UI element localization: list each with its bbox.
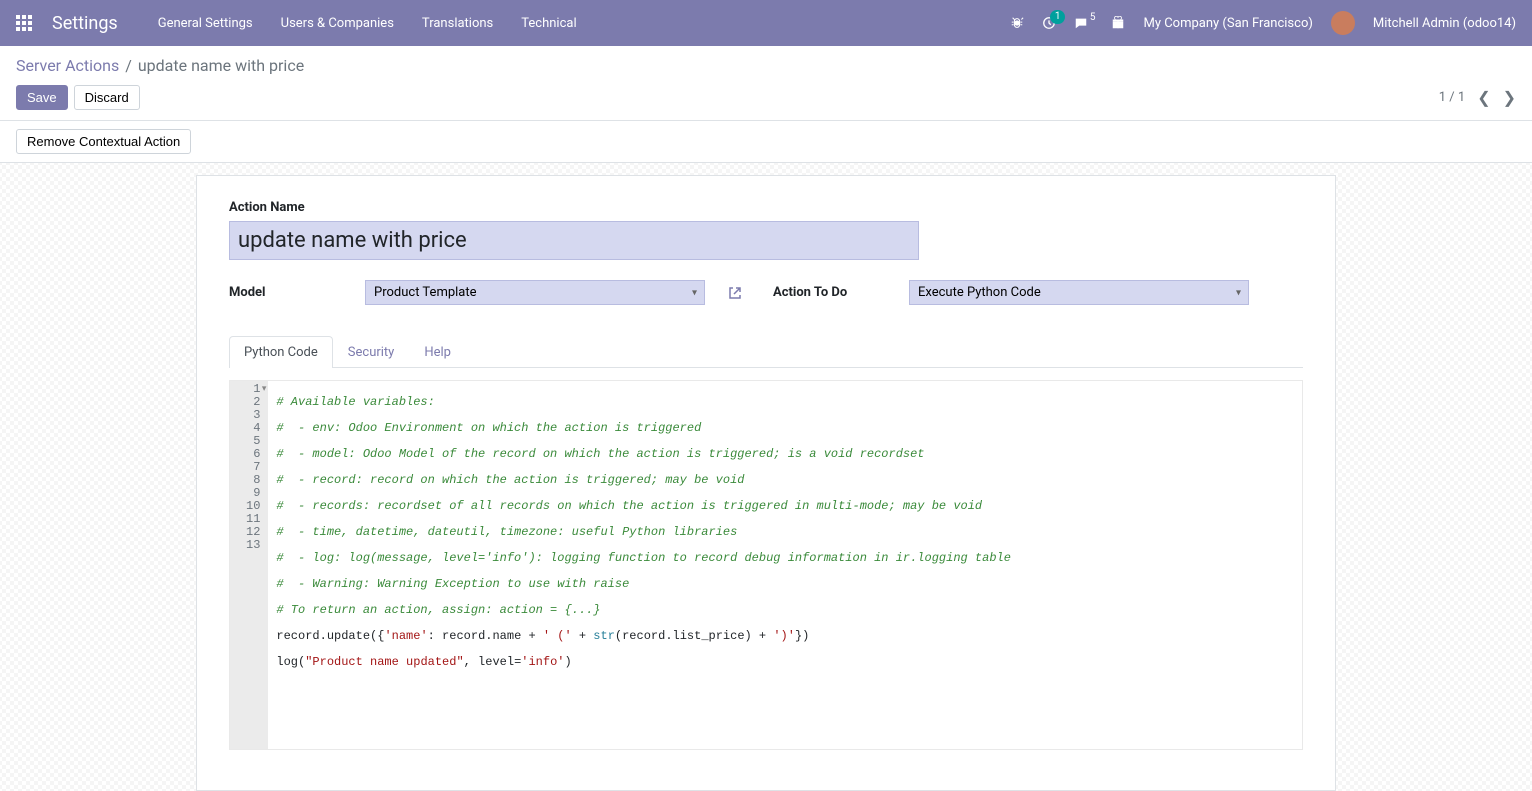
tabs: Python Code Security Help — [229, 335, 1303, 368]
code-line-11: log("Product name updated", level='info'… — [276, 655, 571, 669]
user-menu[interactable]: Mitchell Admin (odoo14) — [1373, 16, 1516, 31]
company-selector[interactable]: My Company (San Francisco) — [1143, 16, 1312, 31]
action-buttons: Save Discard — [16, 85, 140, 110]
menu-technical[interactable]: Technical — [521, 16, 576, 31]
menu-translations[interactable]: Translations — [422, 16, 493, 31]
control-panel: Server Actions / update name with price … — [0, 46, 1532, 121]
avatar[interactable] — [1331, 11, 1355, 35]
tab-python-code[interactable]: Python Code — [229, 336, 333, 368]
tab-security[interactable]: Security — [333, 336, 410, 368]
menu-general-settings[interactable]: General Settings — [158, 16, 253, 31]
breadcrumb: Server Actions / update name with price — [16, 56, 1516, 75]
apps-icon[interactable] — [16, 15, 32, 31]
action-name-input[interactable] — [229, 221, 919, 260]
action-name-label: Action Name — [229, 200, 1303, 215]
pager-text: 1 / 1 — [1439, 90, 1465, 105]
breadcrumb-current: update name with price — [138, 56, 304, 75]
chat-icon[interactable]: 5 — [1074, 16, 1094, 30]
tab-help[interactable]: Help — [409, 336, 466, 368]
activity-badge: 1 — [1050, 10, 1066, 24]
save-button[interactable]: Save — [16, 85, 68, 110]
remove-contextual-button[interactable]: Remove Contextual Action — [16, 129, 191, 154]
pager-prev[interactable]: ❮ — [1477, 88, 1490, 107]
app-title[interactable]: Settings — [52, 13, 118, 34]
action-bar: Remove Contextual Action — [0, 121, 1532, 163]
menu-users-companies[interactable]: Users & Companies — [281, 16, 394, 31]
nav-right: 1 5 My Company (San Francisco) Mitchell … — [1010, 11, 1516, 35]
code-body[interactable]: # Available variables: # - env: Odoo Env… — [268, 381, 1302, 749]
breadcrumb-root[interactable]: Server Actions — [16, 56, 119, 75]
pager-next[interactable]: ❯ — [1503, 88, 1516, 107]
breadcrumb-sep: / — [125, 56, 132, 75]
discard-button[interactable]: Discard — [74, 85, 140, 110]
model-label: Model — [229, 285, 349, 300]
code-gutter: 12345678910111213 — [230, 381, 268, 749]
clock-icon[interactable]: 1 — [1042, 16, 1056, 30]
bug-icon[interactable] — [1010, 16, 1024, 30]
chat-badge: 5 — [1090, 12, 1096, 23]
action-todo-label: Action To Do — [773, 285, 893, 300]
code-line-10: record.update({'name': record.name + ' (… — [276, 629, 809, 643]
pager: 1 / 1 ❮ ❯ — [1439, 88, 1516, 107]
form-sheet: Action Name Model ▾ Action To Do ▾ — [196, 175, 1336, 791]
code-editor[interactable]: 12345678910111213 # Available variables:… — [229, 380, 1303, 750]
content-area: Action Name Model ▾ Action To Do ▾ — [0, 163, 1532, 791]
external-link-icon[interactable] — [727, 285, 743, 301]
gift-icon[interactable] — [1111, 16, 1125, 30]
model-select[interactable] — [365, 280, 705, 305]
nav-menu: General Settings Users & Companies Trans… — [158, 16, 577, 31]
action-todo-select[interactable] — [909, 280, 1249, 305]
top-nav: Settings General Settings Users & Compan… — [0, 0, 1532, 46]
